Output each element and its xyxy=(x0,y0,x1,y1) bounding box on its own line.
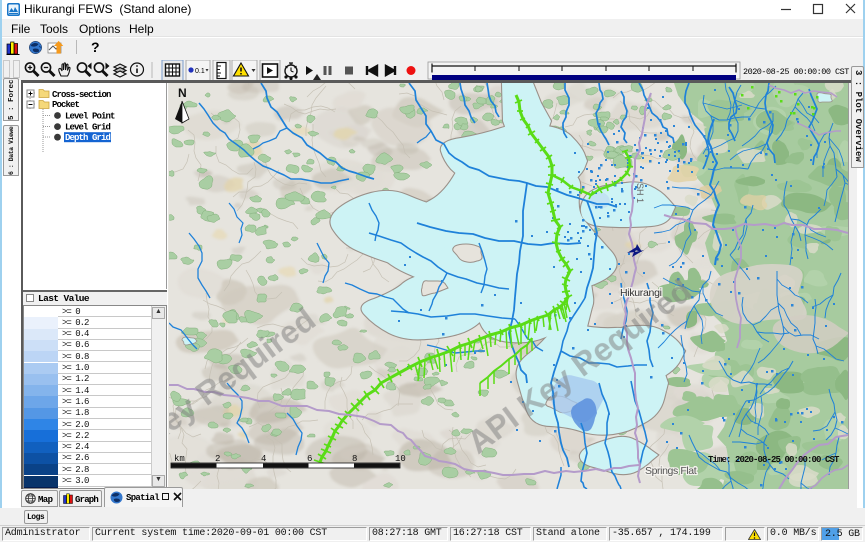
svg-text:0.1: 0.1 xyxy=(195,68,205,75)
svg-text:Depth Grid: Depth Grid xyxy=(65,133,111,143)
svg-text:N: N xyxy=(178,86,187,100)
svg-text:6: 6 xyxy=(307,454,312,464)
svg-text:Cross-section: Cross-section xyxy=(52,90,111,100)
svg-text:km: km xyxy=(174,454,185,464)
svg-text:4: 4 xyxy=(261,454,266,464)
svg-text:SH 1: SH 1 xyxy=(635,183,645,203)
svg-text:Level Grid: Level Grid xyxy=(65,123,111,133)
svg-text:Level Point: Level Point xyxy=(65,112,115,122)
svg-text:2: 2 xyxy=(215,454,220,464)
svg-text:10: 10 xyxy=(395,454,406,464)
svg-text:2020-08-25 00:00:00 CST: 2020-08-25 00:00:00 CST xyxy=(743,67,849,77)
svg-text:Springs Flat: Springs Flat xyxy=(645,465,697,477)
svg-text:Time: 2020-08-25 00:00:00 CST: Time: 2020-08-25 00:00:00 CST xyxy=(708,455,840,465)
svg-text:Pocket: Pocket xyxy=(52,100,80,110)
svg-text:8: 8 xyxy=(352,454,357,464)
